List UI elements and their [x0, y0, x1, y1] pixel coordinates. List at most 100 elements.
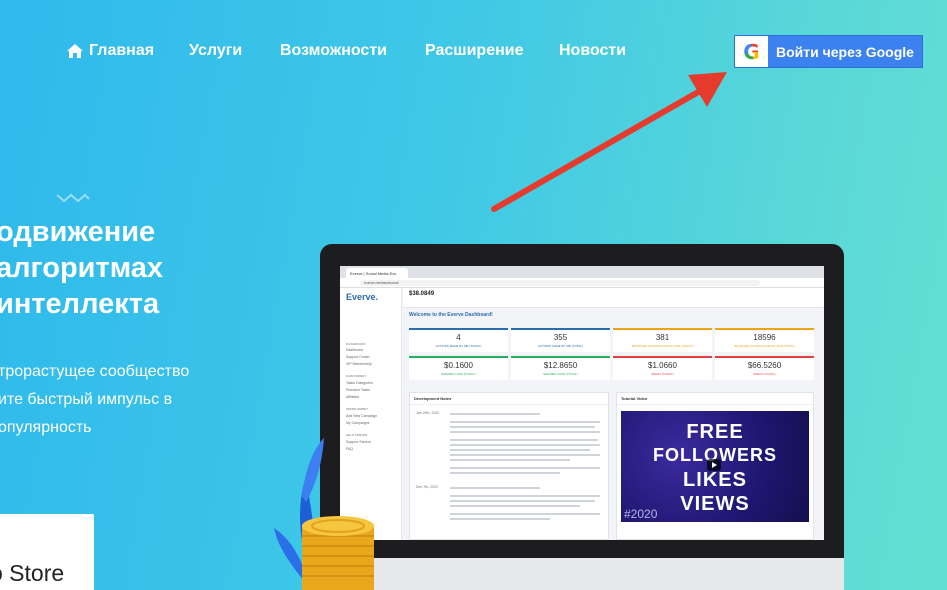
text-line [450, 444, 600, 446]
hero-title: одвижение алгоритмах интеллекта [0, 214, 163, 322]
stat-label: EARNED CASH (TOTAL) [543, 372, 578, 376]
sidebar-item: Dashboard [346, 348, 364, 352]
nav-extension[interactable]: Расширение [425, 42, 524, 60]
dashboard-screenshot: Everve | Social Media Exc everve.net/das… [340, 266, 824, 540]
stat-value: $0.1600 [444, 361, 473, 370]
video-line: FREE [686, 421, 744, 443]
hero-desc-line-1: трорастущее сообщество [0, 363, 190, 380]
home-icon [67, 44, 83, 58]
tutorial-video[interactable]: FREE FOLLOWERS LIKES VIEWS #2020 [621, 411, 809, 522]
text-line [450, 426, 595, 428]
dev-date: Jan 29th, 2020 [416, 411, 440, 415]
text-line [450, 439, 598, 441]
everve-logo: Everve. [346, 292, 379, 302]
hero-desc-line-2: ите быстрый импульс в [0, 391, 173, 408]
stat-card: 18596 RECEIVED ACTIONS FOR MY ADS (TOTAL… [715, 328, 814, 352]
text-line [450, 413, 540, 415]
sidebar-head: EARN MONEY [346, 374, 367, 378]
text-line [450, 421, 600, 423]
stat-label: RECEIVED ACTIONS FOR MY ADS (TODAY) [631, 344, 694, 348]
stat-card: 4 ACTIONS MADE BY ME (TODAY) [409, 328, 508, 352]
dev-date: Dec 7th, 2020 [416, 485, 438, 489]
text-line [450, 454, 600, 456]
dev-notes-panel: Development Notes Jan 29th, 2020 Dec 7th… [409, 392, 609, 540]
hero-title-line-2: алгоритмах [0, 252, 164, 284]
stat-value: 18596 [753, 333, 776, 342]
stat-value: $66.5260 [747, 361, 782, 370]
stat-value: 355 [553, 333, 568, 342]
text-line [450, 472, 560, 474]
hero-title-line-3: интеллекта [0, 288, 160, 320]
stat-card: 381 RECEIVED ACTIONS FOR MY ADS (TODAY) [613, 328, 712, 352]
hero-desc-line-3: опулярность [0, 419, 92, 436]
nav-home-label: Главная [89, 42, 155, 59]
decorative-squiggle [56, 193, 90, 203]
tutorial-title: Tutorial Video [617, 393, 813, 405]
text-line [450, 518, 550, 520]
balance-value: $38.0849 [409, 291, 435, 297]
stat-label: ACTIONS MADE BY ME (TODAY) [435, 344, 482, 348]
stat-value: 381 [655, 333, 670, 342]
text-line [450, 500, 595, 502]
sidebar-item: Support Center [346, 355, 370, 359]
nav-features[interactable]: Возможности [280, 42, 387, 60]
dashboard-main: $38.0849 Welcome to the Everve Dashboard… [403, 288, 824, 540]
sidebar-item: My Campaigns [346, 421, 370, 425]
stat-label: ACTIONS MADE BY ME (TOTAL) [537, 344, 584, 348]
sidebar-item: Tasks Categories [346, 381, 373, 385]
stat-value: $1.0660 [648, 361, 677, 370]
google-icon: G [735, 36, 768, 67]
text-line [450, 495, 600, 497]
text-line [450, 505, 580, 507]
stat-value: 4 [456, 333, 461, 342]
stat-label: EARNED CASH (TODAY) [441, 372, 476, 376]
google-login-label: Войти через Google [776, 43, 914, 60]
app-store-label[interactable]: o Store [0, 560, 64, 587]
sidebar-item: Affiliates [346, 395, 360, 399]
coin-stack-icon [302, 516, 374, 590]
sidebar-item: Support Service [346, 440, 371, 444]
sidebar-item: VIP Membership [346, 362, 372, 366]
stat-card: $66.5260 SPENT (TOTAL) [715, 356, 814, 380]
sidebar-item: Add New Campaign [346, 414, 378, 418]
video-line: LIKES [683, 469, 747, 491]
stat-card: 355 ACTIONS MADE BY ME (TOTAL) [511, 328, 610, 352]
stat-card: $1.0660 SPENT (TODAY) [613, 356, 712, 380]
sidebar-item: FAQ [346, 447, 354, 451]
stat-label: SPENT (TODAY) [651, 372, 674, 376]
google-login-button[interactable]: G Войти через Google [734, 35, 923, 68]
stat-card: $12.8650 EARNED CASH (TOTAL) [511, 356, 610, 380]
dashboard-sidebar: Everve. DASHBOARD Dashboard Support Cent… [340, 288, 402, 540]
stat-label: RECEIVED ACTIONS FOR MY ADS (TOTAL) [734, 344, 795, 348]
play-icon [707, 459, 721, 471]
sidebar-head: DASHBOARD [346, 342, 366, 346]
stat-value: $12.8650 [543, 361, 578, 370]
text-line [450, 431, 600, 433]
text-line [450, 449, 590, 451]
video-tag: #2020 [624, 507, 658, 521]
nav-news[interactable]: Новости [559, 42, 626, 60]
text-line [450, 513, 600, 515]
stat-card: $0.1600 EARNED CASH (TODAY) [409, 356, 508, 380]
text-line [450, 467, 600, 469]
dev-notes-title: Development Notes [410, 393, 608, 405]
sidebar-head: SPEND MONEY [346, 407, 369, 411]
sidebar-head: HELP CENTER [346, 433, 368, 437]
laptop-base [320, 558, 844, 590]
browser-tab: Everve | Social Media Exc [346, 268, 408, 278]
browser-tab-bar: Everve | Social Media Exc [340, 266, 824, 278]
text-line [450, 459, 570, 461]
hero-title-line-1: одвижение [0, 216, 156, 248]
browser-address-bar: everve.net/dashboard/ [360, 280, 760, 286]
sidebar-item: Premium Tasks [346, 388, 370, 392]
dashboard-topbar: $38.0849 [403, 288, 824, 308]
welcome-heading: Welcome to the Everve Dashboard! [409, 312, 493, 318]
browser-address-row: everve.net/dashboard/ [340, 278, 824, 288]
nav-services[interactable]: Услуги [189, 42, 242, 60]
hero-description: трорастущее сообщество ите быстрый импул… [0, 358, 189, 442]
text-line [450, 487, 540, 489]
tutorial-panel: Tutorial Video FREE FOLLOWERS LIKES VIEW… [616, 392, 814, 540]
nav-home[interactable]: Главная [66, 42, 154, 60]
stat-label: SPENT (TOTAL) [753, 372, 776, 376]
top-nav: Главная Услуги Возможности Расширение Но… [0, 0, 947, 100]
